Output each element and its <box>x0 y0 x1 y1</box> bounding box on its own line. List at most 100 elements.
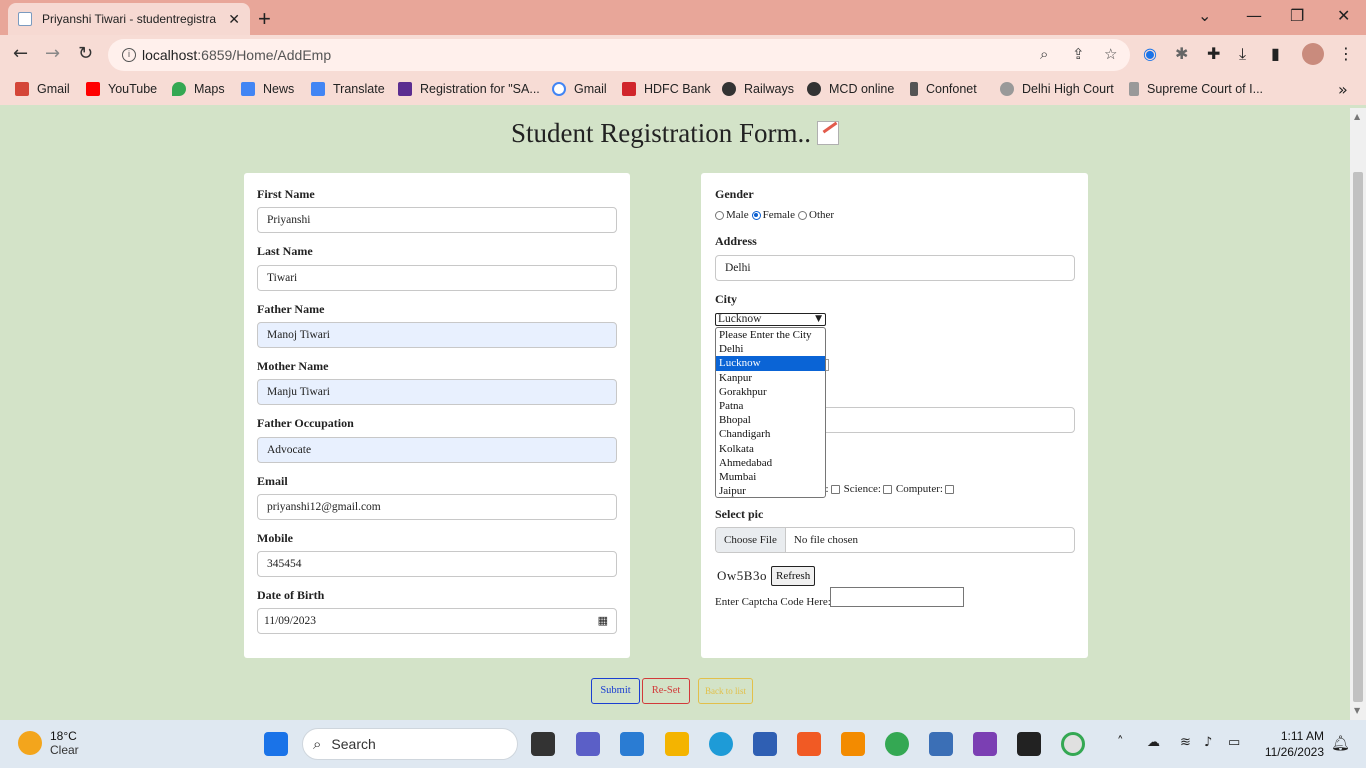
task-view-icon[interactable] <box>531 732 555 756</box>
science-checkbox[interactable] <box>882 484 892 494</box>
scroll-up-icon[interactable]: ▲ <box>1354 112 1360 121</box>
city-option[interactable]: Kanpur <box>716 371 825 385</box>
tab-search-chevron-icon[interactable]: ⌄ <box>1198 6 1211 25</box>
choose-file-button[interactable]: Choose File <box>716 528 786 552</box>
extensions-puzzle-icon[interactable]: ✚ <box>1207 44 1220 63</box>
back-arrow-icon[interactable]: ← <box>13 43 28 64</box>
taskbar-search[interactable]: ⌕ Search <box>302 728 518 760</box>
extension-icon[interactable]: ◉ <box>1143 44 1157 63</box>
city-option[interactable]: Patna <box>716 399 825 413</box>
browser-tab[interactable]: Priyanshi Tiwari - studentregistra ✕ <box>8 3 250 35</box>
bookmark-registration[interactable]: Registration for "SA... <box>398 82 540 96</box>
visual-studio-icon[interactable] <box>973 732 997 756</box>
teams-icon[interactable] <box>576 732 600 756</box>
bookmark-news[interactable]: News <box>241 82 294 96</box>
dob-field[interactable]: 11/09/2023 ▦ <box>257 608 617 634</box>
profile-avatar[interactable] <box>1302 43 1324 65</box>
bookmark-maps[interactable]: Maps <box>172 82 225 96</box>
mobile-field[interactable]: 345454 <box>257 551 617 577</box>
download-icon[interactable]: ⤓ <box>1239 44 1246 64</box>
bookmark-hdfc[interactable]: HDFC Bank <box>622 82 711 96</box>
mother-name-field[interactable]: Manju Tiwari <box>257 379 617 405</box>
chrome-profile-icon[interactable] <box>1061 732 1085 756</box>
notification-bell-icon[interactable]: 🔔︎ <box>1331 734 1350 752</box>
bookmark-mcd[interactable]: MCD online <box>807 82 894 96</box>
weather-widget[interactable]: 18°C Clear <box>18 729 79 757</box>
gender-male-radio[interactable] <box>715 210 724 220</box>
city-option[interactable]: Bhopal <box>716 413 825 427</box>
zoom-icon[interactable]: ⌕ <box>1040 45 1048 63</box>
brave-icon[interactable] <box>797 732 821 756</box>
restore-icon[interactable]: ❐ <box>1290 6 1304 25</box>
city-option[interactable]: Gorakhpur <box>716 385 825 399</box>
store-icon[interactable] <box>753 732 777 756</box>
scrollbar-thumb[interactable] <box>1353 172 1363 702</box>
side-panel-icon[interactable]: ▮ <box>1271 44 1280 63</box>
site-info-icon[interactable]: i <box>122 48 136 62</box>
bookmark-delhi-high-court[interactable]: Delhi High Court <box>1000 82 1114 96</box>
chrome-icon[interactable] <box>885 732 909 756</box>
wifi-icon[interactable]: ≋ <box>1180 735 1191 750</box>
gender-female-radio[interactable] <box>751 210 761 220</box>
vscode-icon[interactable] <box>620 732 644 756</box>
city-option[interactable]: Jaipur <box>716 484 825 497</box>
bug-extension-icon[interactable]: ✱ <box>1175 44 1188 63</box>
bookmark-railways[interactable]: Railways <box>722 82 794 96</box>
more-bookmarks-icon[interactable]: » <box>1338 80 1348 99</box>
bookmark-star-icon[interactable]: ☆ <box>1104 45 1117 63</box>
close-window-icon[interactable]: ✕ <box>1337 6 1350 25</box>
page-scrollbar[interactable]: ▲ ▼ <box>1350 108 1366 720</box>
terminal-icon[interactable] <box>1017 732 1041 756</box>
clock[interactable]: 1:11 AM 11/26/2023 <box>1258 728 1324 760</box>
volume-icon[interactable]: ♪ <box>1204 735 1212 750</box>
battery-icon[interactable]: ▭ <box>1228 735 1240 750</box>
city-option[interactable]: Chandigarh <box>716 427 825 441</box>
city-option[interactable]: Kolkata <box>716 442 825 456</box>
city-option[interactable]: Delhi <box>716 342 825 356</box>
captcha-input[interactable] <box>830 587 964 607</box>
close-tab-icon[interactable]: ✕ <box>228 11 240 28</box>
minimize-icon[interactable]: — <box>1246 6 1262 25</box>
refresh-captcha-button[interactable]: Refresh <box>771 566 816 586</box>
bookmark-gmail-2[interactable]: Gmail <box>552 82 607 96</box>
city-option[interactable]: Please Enter the City <box>716 328 825 342</box>
reload-icon[interactable]: ↻ <box>78 43 93 64</box>
city-option-selected[interactable]: Lucknow <box>716 356 825 371</box>
computer-checkbox[interactable] <box>944 484 954 494</box>
city-option[interactable]: Ahmedabad <box>716 456 825 470</box>
submit-button[interactable]: Submit <box>591 678 640 704</box>
reset-button[interactable]: Re-Set <box>642 678 690 704</box>
notepad-icon[interactable] <box>929 732 953 756</box>
file-explorer-icon[interactable] <box>665 732 689 756</box>
father-occupation-field[interactable]: Advocate <box>257 437 617 463</box>
bookmark-confonet[interactable]: Confonet <box>910 82 977 96</box>
bookmark-supreme-court[interactable]: Supreme Court of I... <box>1129 82 1263 96</box>
new-tab-icon[interactable]: + <box>258 6 271 32</box>
scroll-down-icon[interactable]: ▼ <box>1354 706 1360 715</box>
city-option[interactable]: Mumbai <box>716 470 825 484</box>
vlc-icon[interactable] <box>841 732 865 756</box>
cloud-sync-icon[interactable]: ☁ <box>1147 735 1160 750</box>
bookmark-label: Delhi High Court <box>1022 82 1114 96</box>
first-name-field[interactable]: Priyanshi <box>257 207 617 233</box>
calendar-icon[interactable]: ▦ <box>598 609 608 633</box>
subject-checkbox[interactable] <box>830 484 840 494</box>
forward-arrow-icon[interactable]: → <box>45 43 60 64</box>
address-field[interactable]: Delhi <box>715 255 1075 281</box>
last-name-field[interactable]: Tiwari <box>257 265 617 291</box>
email-field[interactable]: priyanshi12@gmail.com <box>257 494 617 520</box>
share-icon[interactable]: ⇪ <box>1072 45 1085 63</box>
bookmark-translate[interactable]: Translate <box>311 82 385 96</box>
file-input[interactable]: Choose File No file chosen <box>715 527 1075 553</box>
edge-icon[interactable] <box>709 732 733 756</box>
father-name-field[interactable]: Manoj Tiwari <box>257 322 617 348</box>
bookmark-youtube[interactable]: YouTube <box>86 82 157 96</box>
menu-kebab-icon[interactable]: ⋮ <box>1338 44 1354 63</box>
city-select[interactable]: Lucknow ▼ <box>715 313 826 326</box>
start-windows-icon[interactable] <box>264 732 288 756</box>
address-bar[interactable]: i localhost:6859/Home/AddEmp <box>108 39 1130 71</box>
show-hidden-icons-chevron-icon[interactable]: ˄ <box>1117 735 1124 750</box>
bookmark-gmail[interactable]: Gmail <box>15 82 70 96</box>
gender-other-radio[interactable] <box>798 210 807 220</box>
back-to-list-button[interactable]: Back to list <box>698 678 753 704</box>
